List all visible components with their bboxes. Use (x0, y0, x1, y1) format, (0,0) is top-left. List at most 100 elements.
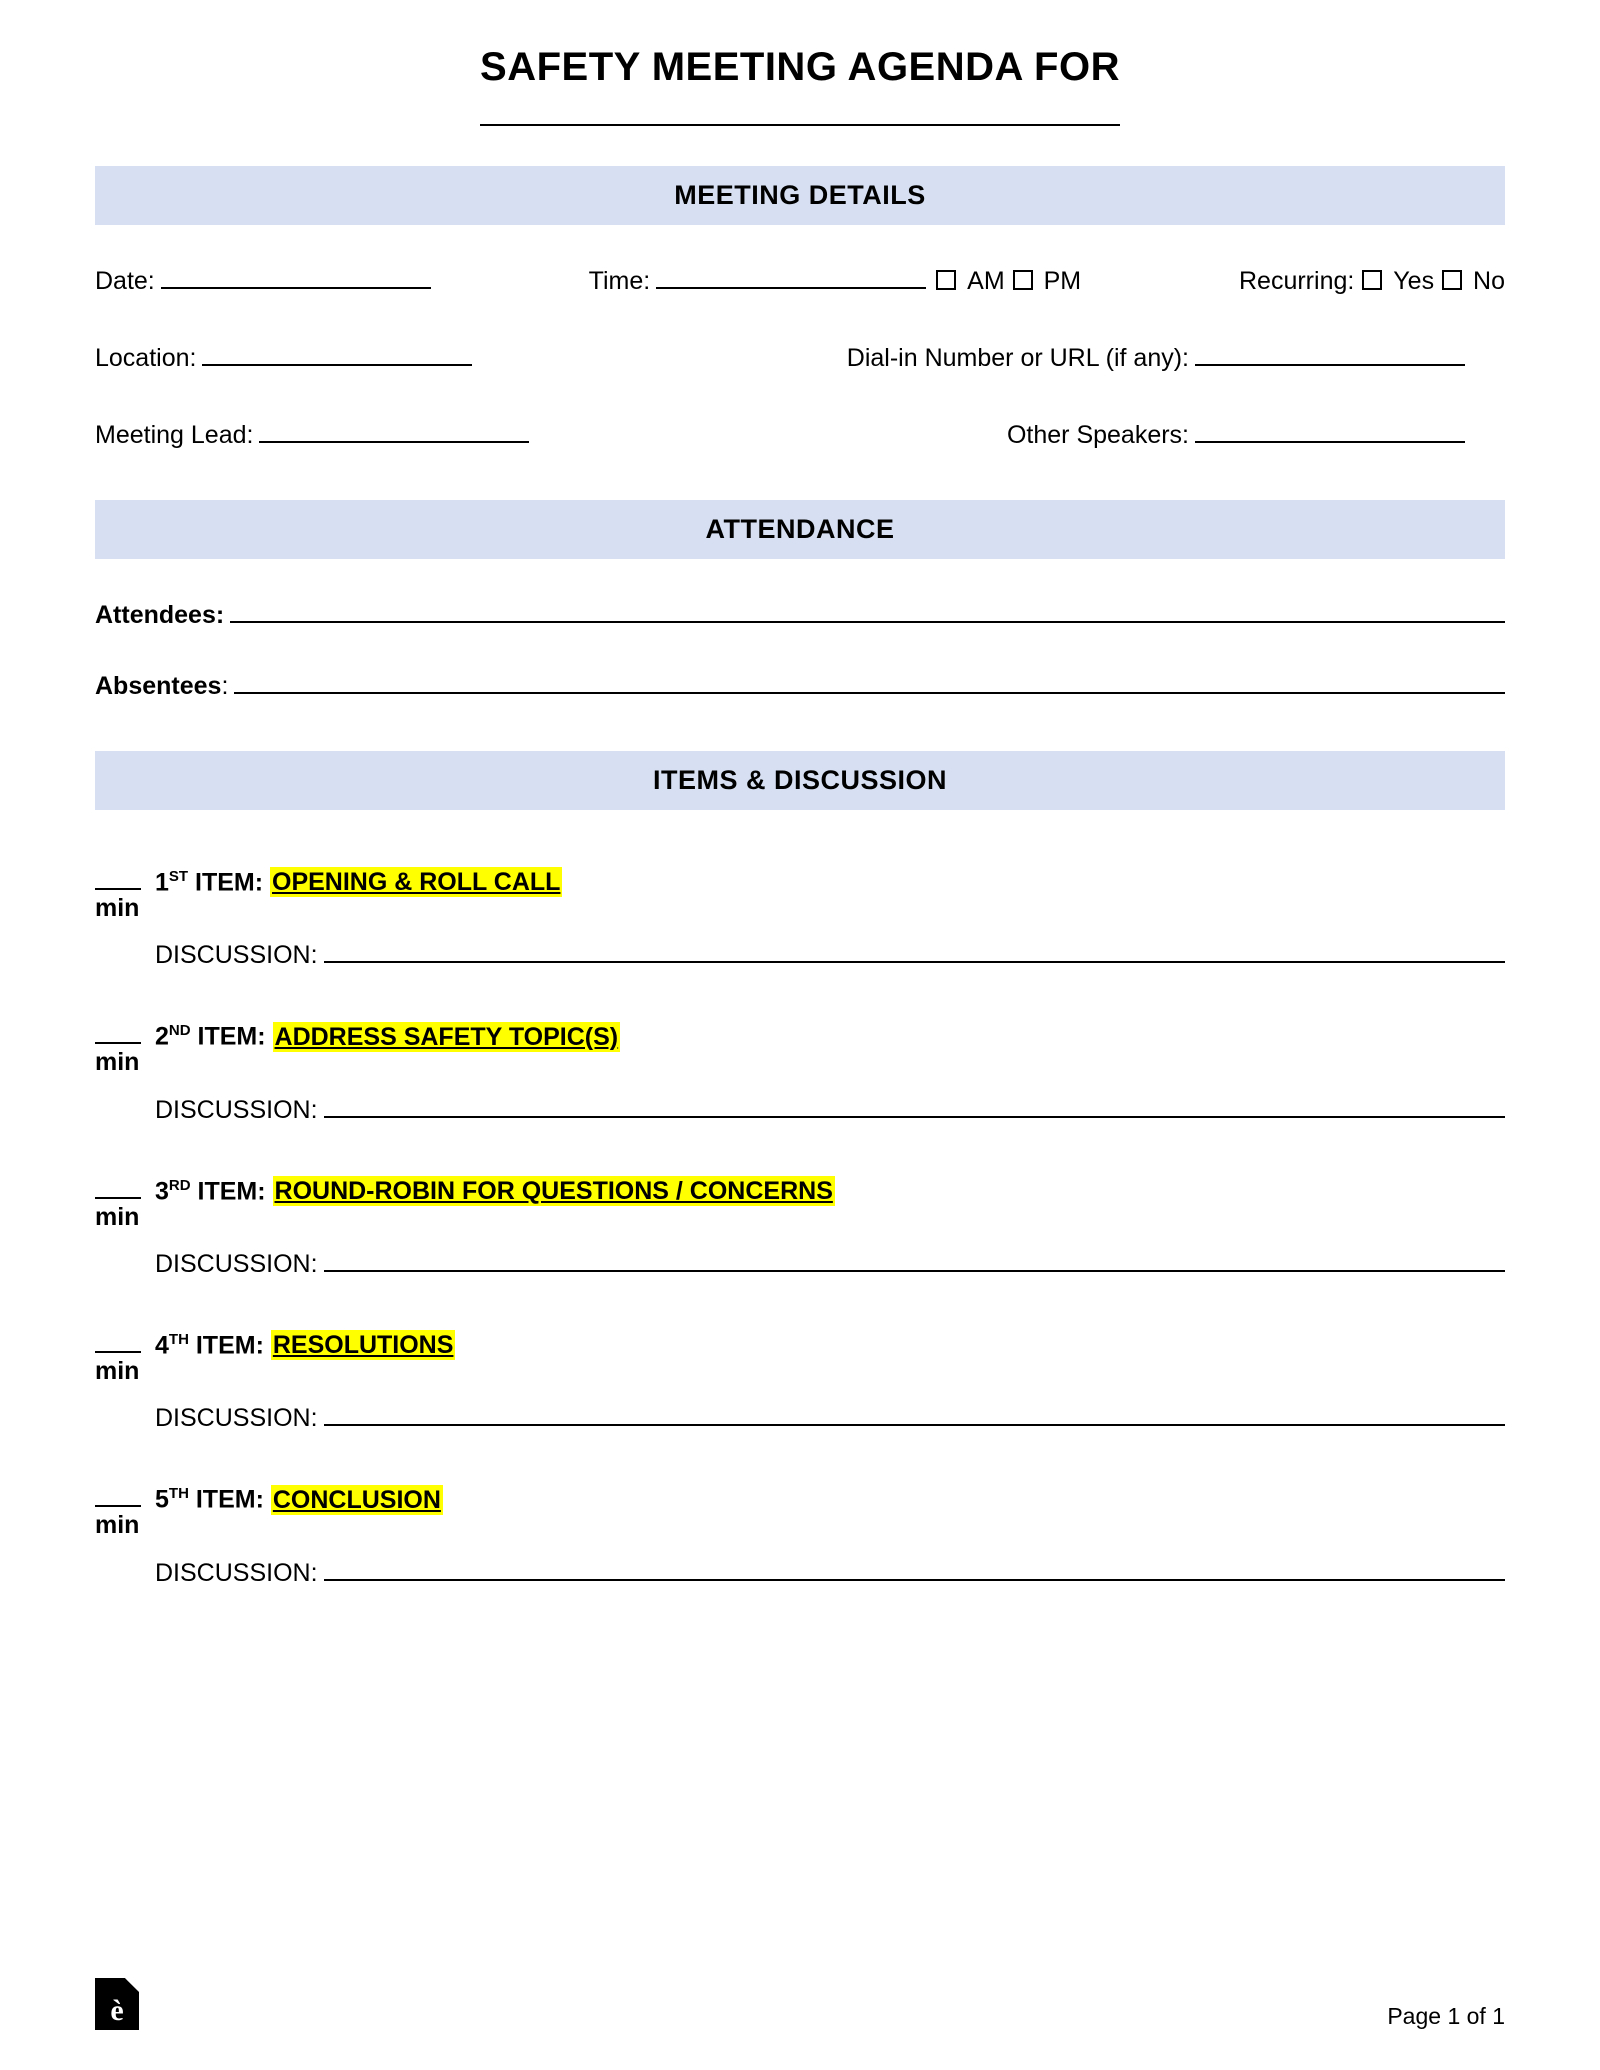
speakers-input[interactable] (1195, 421, 1465, 443)
min-input-3[interactable] (95, 1177, 141, 1199)
min-col: min (95, 868, 155, 970)
discussion-label: DISCUSSION: (155, 1559, 318, 1588)
item-name-1: OPENING & ROLL CALL (270, 867, 562, 897)
min-col: min (95, 1022, 155, 1124)
recurring-field: Recurring: Yes No (1239, 267, 1505, 296)
location-field: Location: (95, 344, 472, 373)
dialin-field: Dial-in Number or URL (if any): (847, 344, 1465, 373)
am-label: AM (967, 267, 1005, 295)
min-col: min (95, 1331, 155, 1433)
discussion-row-2: DISCUSSION: (155, 1096, 1505, 1125)
agenda-item-2: min 2ND ITEM: ADDRESS SAFETY TOPIC(S) DI… (95, 1022, 1505, 1124)
item-title-4: 4TH ITEM: RESOLUTIONS (155, 1331, 1505, 1360)
speakers-field: Other Speakers: (1007, 421, 1465, 450)
yes-group: Yes (1362, 267, 1434, 296)
eforms-logo-icon: è (95, 1978, 139, 2030)
lead-label: Meeting Lead: (95, 421, 253, 450)
min-label: min (95, 894, 155, 923)
item-col: 5TH ITEM: CONCLUSION DISCUSSION: (155, 1485, 1505, 1587)
discussion-row-5: DISCUSSION: (155, 1559, 1505, 1588)
discussion-input-3[interactable] (324, 1250, 1505, 1272)
agenda-item-4: min 4TH ITEM: RESOLUTIONS DISCUSSION: (95, 1331, 1505, 1433)
am-checkbox[interactable] (936, 270, 956, 290)
item-title-2: 2ND ITEM: ADDRESS SAFETY TOPIC(S) (155, 1022, 1505, 1051)
section-attendance: ATTENDANCE (95, 500, 1505, 559)
date-field: Date: (95, 267, 431, 296)
section-meeting-details: MEETING DETAILS (95, 166, 1505, 225)
details-row-2: Location: Dial-in Number or URL (if any)… (95, 344, 1505, 373)
item-col: 2ND ITEM: ADDRESS SAFETY TOPIC(S) DISCUS… (155, 1022, 1505, 1124)
pm-label: PM (1044, 267, 1082, 295)
min-label: min (95, 1048, 155, 1077)
min-col: min (95, 1485, 155, 1587)
absentees-row: Absentees: (95, 672, 1505, 701)
agenda-item-5: min 5TH ITEM: CONCLUSION DISCUSSION: (95, 1485, 1505, 1587)
min-input-4[interactable] (95, 1331, 141, 1353)
discussion-input-1[interactable] (324, 941, 1505, 963)
item-title-5: 5TH ITEM: CONCLUSION (155, 1485, 1505, 1514)
details-row-1: Date: Time: AM PM Recurring: Yes No (95, 267, 1505, 296)
no-checkbox[interactable] (1442, 270, 1462, 290)
footer: è Page 1 of 1 (95, 1978, 1505, 2030)
discussion-input-5[interactable] (324, 1559, 1505, 1581)
min-input-5[interactable] (95, 1485, 141, 1507)
discussion-label: DISCUSSION: (155, 1404, 318, 1433)
lead-field: Meeting Lead: (95, 421, 529, 450)
recurring-label: Recurring: (1239, 267, 1354, 296)
item-title-3: 3RD ITEM: ROUND-ROBIN FOR QUESTIONS / CO… (155, 1177, 1505, 1206)
attendees-row: Attendees: (95, 601, 1505, 630)
attendees-label: Attendees: (95, 601, 224, 630)
yes-label: Yes (1393, 267, 1434, 295)
location-label: Location: (95, 344, 196, 373)
min-label: min (95, 1203, 155, 1232)
discussion-input-2[interactable] (324, 1096, 1505, 1118)
absentees-input[interactable] (234, 672, 1505, 694)
dialin-label: Dial-in Number or URL (if any): (847, 344, 1189, 373)
item-title-1: 1ST ITEM: OPENING & ROLL CALL (155, 868, 1505, 897)
details-row-3: Meeting Lead: Other Speakers: (95, 421, 1505, 450)
time-label: Time: (589, 267, 651, 296)
item-name-4: RESOLUTIONS (271, 1330, 456, 1360)
absentees-label: Absentees: (95, 672, 228, 701)
no-label: No (1473, 267, 1505, 295)
min-label: min (95, 1511, 155, 1540)
date-label: Date: (95, 267, 155, 296)
discussion-input-4[interactable] (324, 1404, 1505, 1426)
attendees-input[interactable] (230, 601, 1505, 623)
min-input-2[interactable] (95, 1022, 141, 1044)
min-label: min (95, 1357, 155, 1386)
item-col: 3RD ITEM: ROUND-ROBIN FOR QUESTIONS / CO… (155, 1177, 1505, 1279)
discussion-label: DISCUSSION: (155, 1096, 318, 1125)
agenda-item-3: min 3RD ITEM: ROUND-ROBIN FOR QUESTIONS … (95, 1177, 1505, 1279)
item-name-3: ROUND-ROBIN FOR QUESTIONS / CONCERNS (273, 1176, 835, 1206)
yes-checkbox[interactable] (1362, 270, 1382, 290)
pm-group: PM (1013, 267, 1081, 296)
pm-checkbox[interactable] (1013, 270, 1033, 290)
section-items: ITEMS & DISCUSSION (95, 751, 1505, 810)
item-col: 1ST ITEM: OPENING & ROLL CALL DISCUSSION… (155, 868, 1505, 970)
agenda-item-1: min 1ST ITEM: OPENING & ROLL CALL DISCUS… (95, 868, 1505, 970)
date-input[interactable] (161, 267, 431, 289)
item-name-2: ADDRESS SAFETY TOPIC(S) (273, 1022, 621, 1052)
dialin-input[interactable] (1195, 344, 1465, 366)
min-col: min (95, 1177, 155, 1279)
min-input-1[interactable] (95, 868, 141, 890)
speakers-label: Other Speakers: (1007, 421, 1189, 450)
location-input[interactable] (202, 344, 472, 366)
time-field: Time: AM PM (589, 267, 1081, 296)
am-group: AM (936, 267, 1004, 296)
title-blank-line[interactable] (480, 98, 1120, 126)
time-input[interactable] (656, 267, 926, 289)
title-block: SAFETY MEETING AGENDA FOR (95, 45, 1505, 126)
discussion-row-1: DISCUSSION: (155, 941, 1505, 970)
discussion-label: DISCUSSION: (155, 941, 318, 970)
discussion-label: DISCUSSION: (155, 1250, 318, 1279)
page-title: SAFETY MEETING AGENDA FOR (480, 45, 1120, 90)
discussion-row-3: DISCUSSION: (155, 1250, 1505, 1279)
no-group: No (1442, 267, 1505, 296)
page-number: Page 1 of 1 (1387, 2003, 1505, 2030)
lead-input[interactable] (259, 421, 529, 443)
discussion-row-4: DISCUSSION: (155, 1404, 1505, 1433)
item-name-5: CONCLUSION (271, 1485, 443, 1515)
item-col: 4TH ITEM: RESOLUTIONS DISCUSSION: (155, 1331, 1505, 1433)
